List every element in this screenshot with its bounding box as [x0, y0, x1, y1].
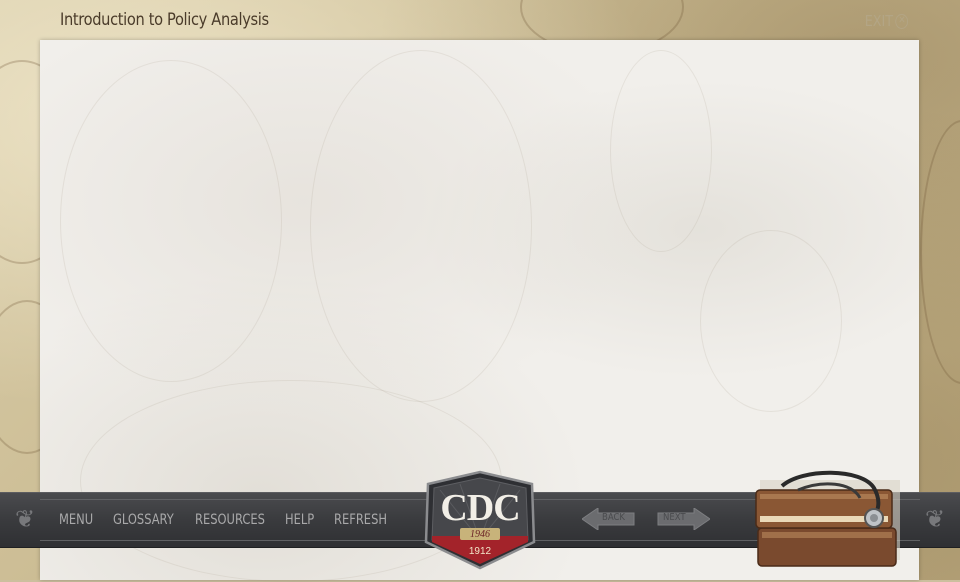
faint-illustration	[700, 230, 842, 412]
books-stethoscope-illustration	[752, 468, 902, 573]
exit-button[interactable]: EXIT ✕	[864, 12, 908, 30]
close-circle-icon: ✕	[895, 13, 908, 29]
faint-illustration	[610, 50, 712, 252]
cdc-logo-text: CDC	[440, 487, 520, 529]
course-title: Introduction to Policy Analysis	[60, 10, 269, 30]
back-label: BACK	[602, 512, 626, 523]
refresh-button[interactable]: REFRESH	[334, 512, 387, 528]
resources-button[interactable]: RESOURCES	[195, 512, 269, 528]
back-button[interactable]: BACK	[581, 507, 636, 531]
cdc-logo-year-top: 1946	[470, 529, 490, 540]
faint-illustration	[310, 50, 532, 402]
help-button[interactable]: HELP	[285, 512, 325, 528]
exit-label: EXIT	[864, 12, 893, 30]
faint-illustration	[60, 60, 282, 382]
cdc-logo: CDC 1946 1912	[420, 470, 540, 570]
cdc-logo-year-bottom: 1912	[468, 546, 492, 557]
menu-button[interactable]: MENU	[59, 512, 103, 528]
main-menu: MENU GLOSSARY RESOURCES HELP REFRESH	[59, 493, 394, 547]
flourish-right-icon: ❦	[924, 506, 946, 533]
flourish-left-icon: ❦	[14, 506, 36, 533]
glossary-button[interactable]: GLOSSARY	[113, 512, 180, 528]
next-button[interactable]: NEXT	[656, 507, 711, 531]
background-sketch	[920, 120, 960, 384]
next-label: NEXT	[663, 512, 686, 523]
